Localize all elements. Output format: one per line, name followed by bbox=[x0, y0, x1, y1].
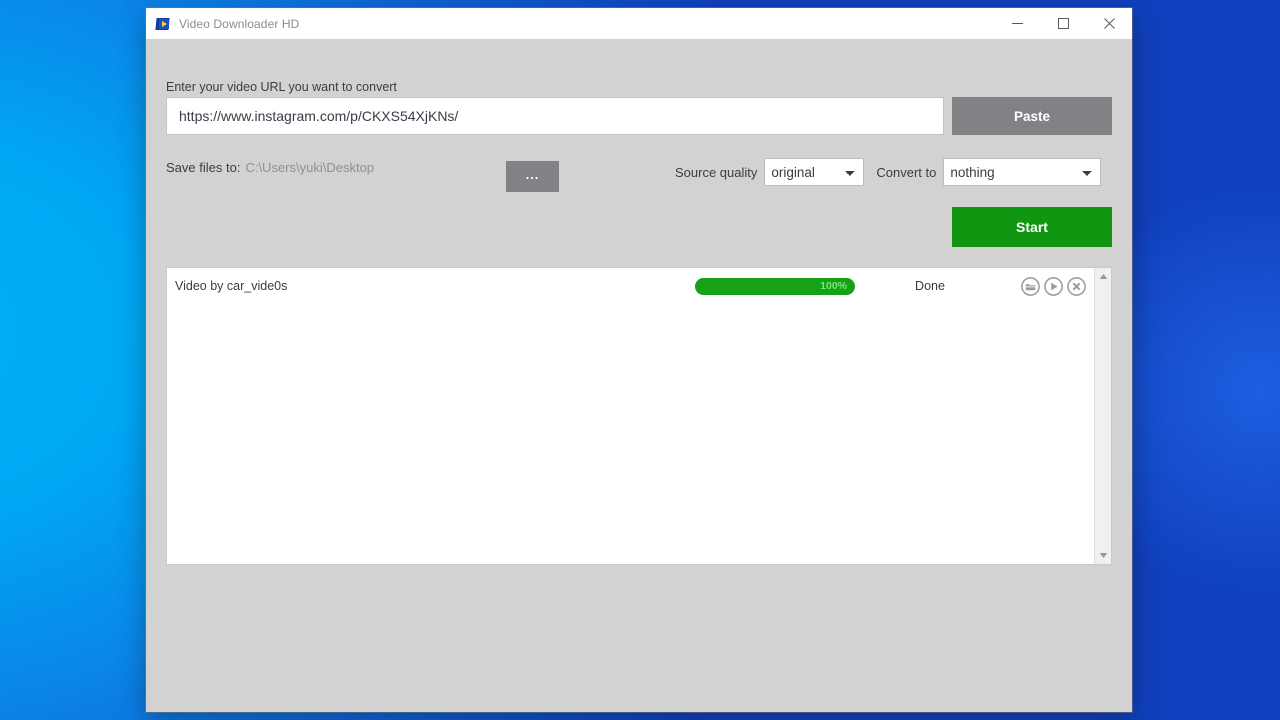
progress-percent-label: 100% bbox=[820, 279, 847, 292]
close-button[interactable] bbox=[1086, 8, 1132, 39]
download-status: Done bbox=[915, 279, 945, 293]
download-actions bbox=[1021, 276, 1094, 296]
scroll-down-arrow-icon bbox=[1099, 553, 1107, 558]
maximize-icon bbox=[1057, 18, 1069, 29]
url-input[interactable]: https://www.instagram.com/p/CKXS54XjKNs/ bbox=[166, 97, 944, 135]
scroll-up-button[interactable] bbox=[1095, 268, 1111, 285]
table-row[interactable]: Video by car_vide0s 100% Done bbox=[167, 268, 1094, 304]
start-button[interactable]: Start bbox=[952, 207, 1112, 247]
save-files-label: Save files to: bbox=[166, 160, 241, 175]
maximize-button[interactable] bbox=[1040, 8, 1086, 39]
download-title: Video by car_vide0s bbox=[175, 279, 288, 293]
downloads-scrollbar[interactable] bbox=[1094, 268, 1111, 564]
downloads-list-panel: Video by car_vide0s 100% Done bbox=[166, 267, 1112, 565]
browse-folder-button[interactable]: ... bbox=[506, 161, 559, 192]
source-quality-label: Source quality bbox=[675, 164, 758, 180]
minimize-icon bbox=[1011, 23, 1023, 24]
url-field-label: Enter your video URL you want to convert bbox=[166, 80, 397, 94]
downloads-list-body: Video by car_vide0s 100% Done bbox=[167, 268, 1094, 564]
source-quality-select[interactable]: original bbox=[764, 158, 865, 186]
close-icon bbox=[1103, 18, 1115, 29]
window-title: Video Downloader HD bbox=[179, 16, 300, 31]
scroll-up-arrow-icon bbox=[1099, 274, 1107, 279]
conversion-options-row: Source quality original Convert to nothi… bbox=[675, 158, 1102, 186]
folder-icon[interactable] bbox=[1021, 276, 1040, 296]
window-controls bbox=[994, 8, 1132, 39]
download-progress-bar: 100% bbox=[695, 277, 855, 295]
scroll-down-button[interactable] bbox=[1095, 547, 1111, 564]
paste-button[interactable]: Paste bbox=[952, 97, 1112, 135]
application-window: Video Downloader HD Enter your video URL… bbox=[146, 8, 1132, 712]
save-location-row: Save files to: C:\Users\yuki\Desktop bbox=[166, 160, 374, 175]
scrollbar-track[interactable] bbox=[1095, 285, 1111, 547]
play-icon[interactable] bbox=[1044, 276, 1063, 296]
progress-fill: 100% bbox=[695, 277, 855, 295]
title-bar[interactable]: Video Downloader HD bbox=[146, 8, 1132, 39]
minimize-button[interactable] bbox=[994, 8, 1040, 39]
convert-to-select[interactable]: nothing bbox=[943, 158, 1102, 186]
app-video-icon bbox=[154, 16, 170, 32]
save-path-value: C:\Users\yuki\Desktop bbox=[245, 160, 375, 175]
convert-to-label: Convert to bbox=[876, 164, 937, 180]
client-area: Enter your video URL you want to convert… bbox=[146, 39, 1132, 712]
remove-icon[interactable] bbox=[1067, 276, 1086, 296]
